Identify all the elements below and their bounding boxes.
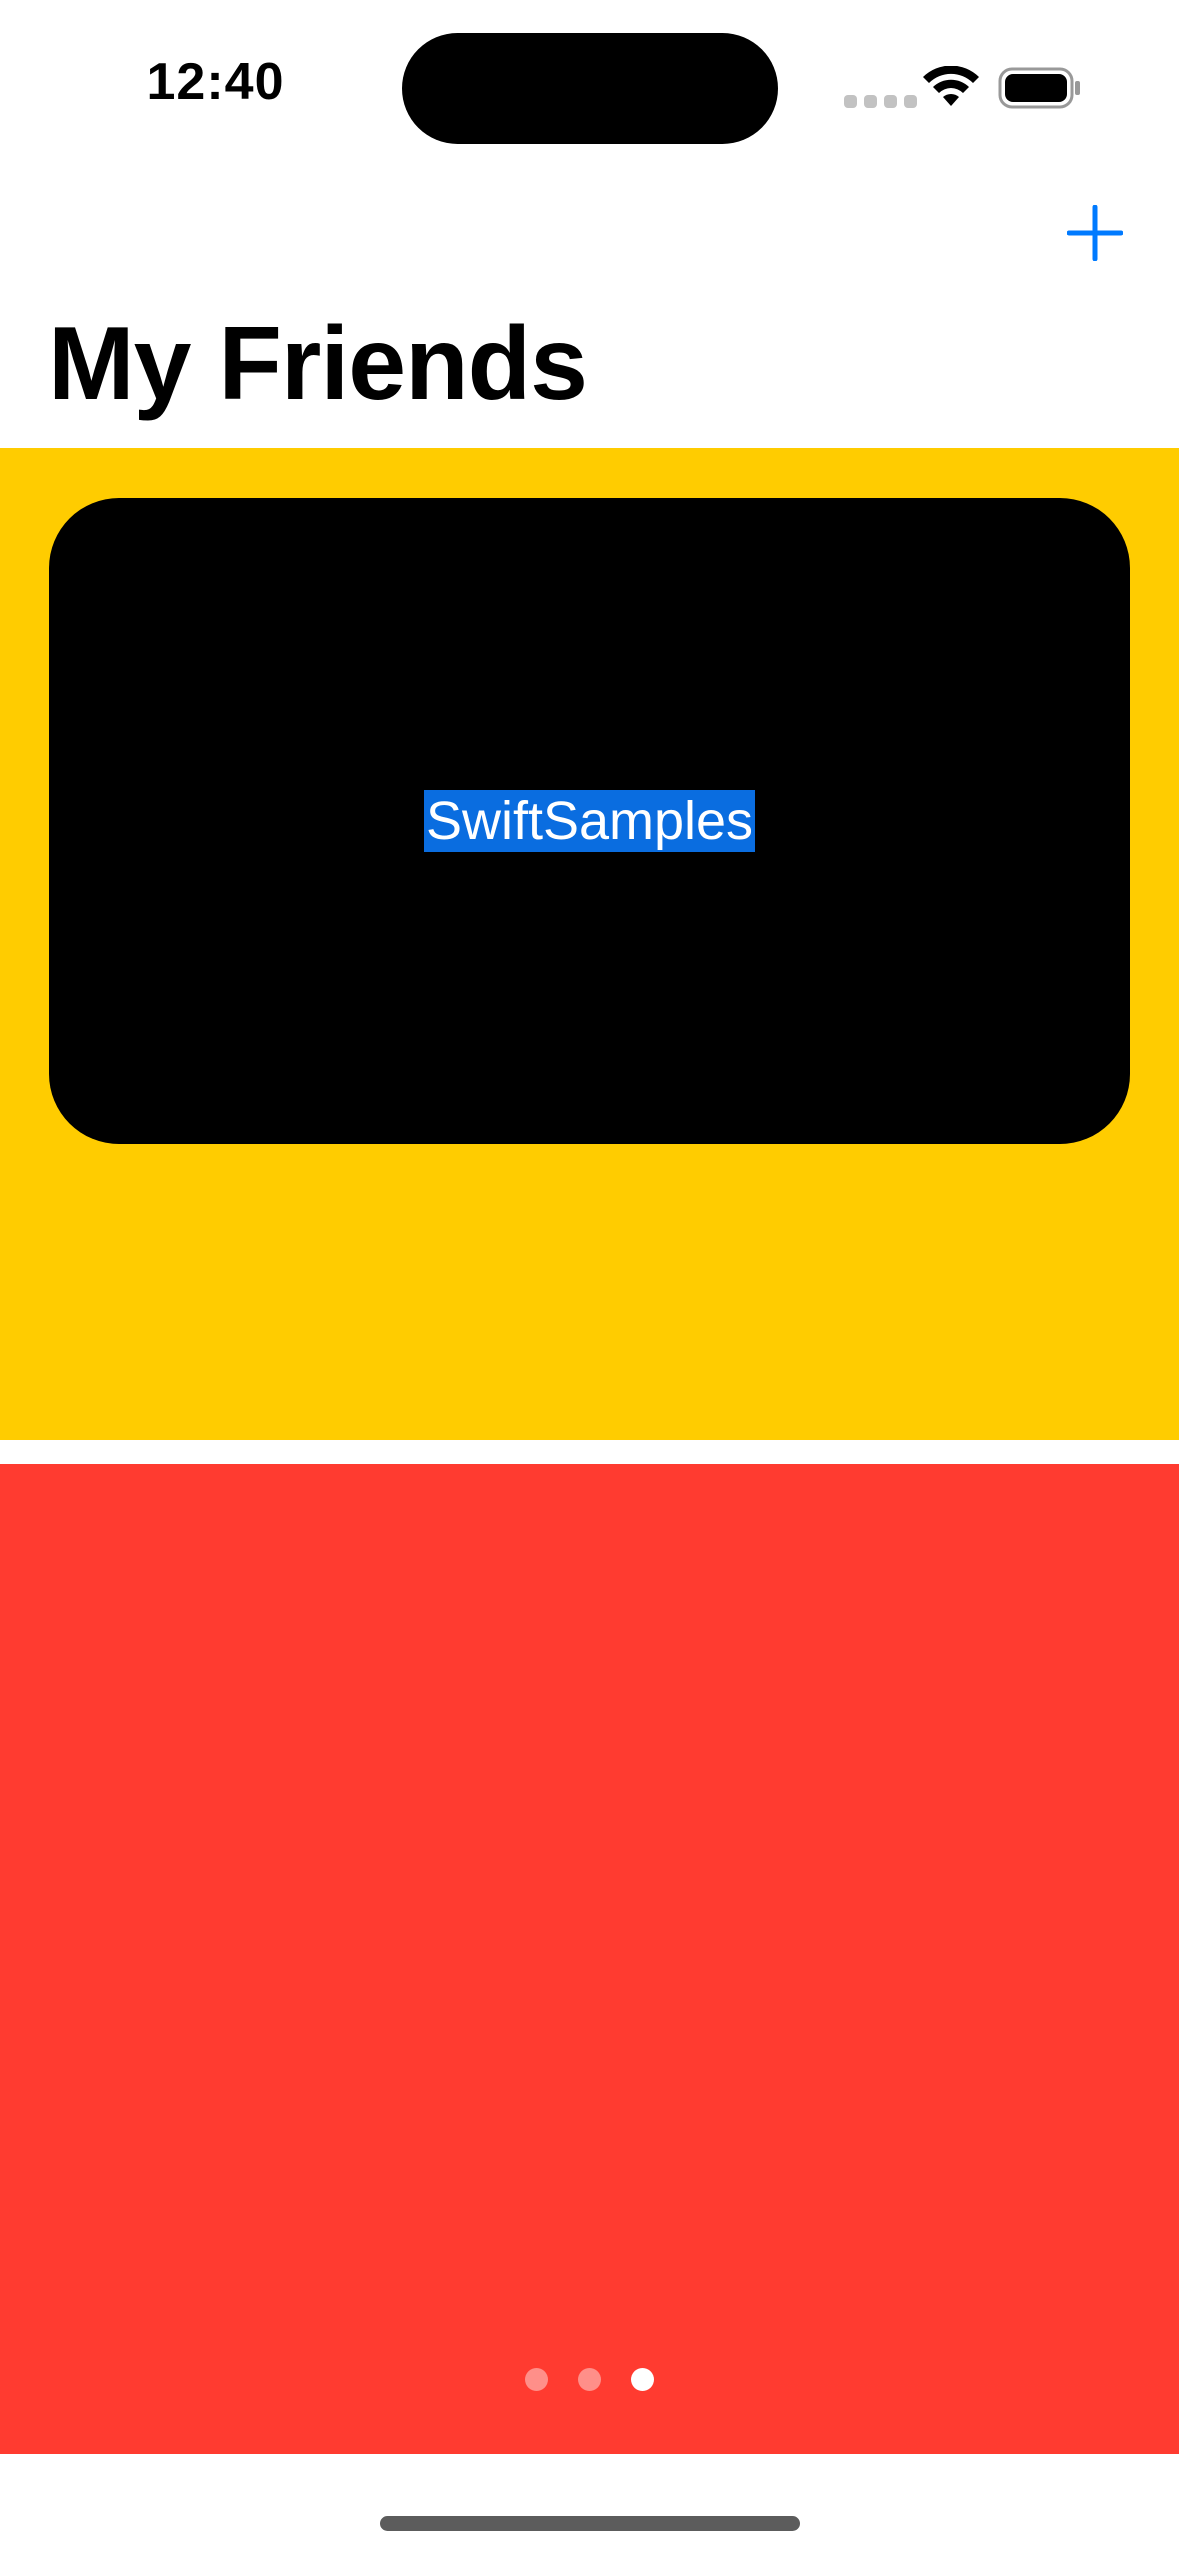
screen: 12:40 My Friends SwiftSamples xyxy=(0,0,1179,2556)
battery-icon xyxy=(998,67,1080,109)
wifi-icon xyxy=(923,66,979,106)
add-friend-button[interactable] xyxy=(1060,198,1130,268)
page-indicator[interactable] xyxy=(0,2368,1179,2391)
friend-page-red[interactable] xyxy=(0,1464,1179,2454)
plus-icon xyxy=(1067,205,1123,261)
card-label[interactable]: SwiftSamples xyxy=(423,790,756,852)
dynamic-island xyxy=(402,33,778,144)
page-dot[interactable] xyxy=(525,2368,548,2391)
home-indicator[interactable] xyxy=(380,2516,800,2531)
page-dot[interactable] xyxy=(578,2368,601,2391)
friend-card[interactable]: SwiftSamples xyxy=(49,498,1130,1144)
status-time: 12:40 xyxy=(146,53,285,111)
cellular-signal-icon xyxy=(844,95,917,108)
page-dot[interactable] xyxy=(631,2368,654,2391)
page-title: My Friends xyxy=(48,306,588,422)
